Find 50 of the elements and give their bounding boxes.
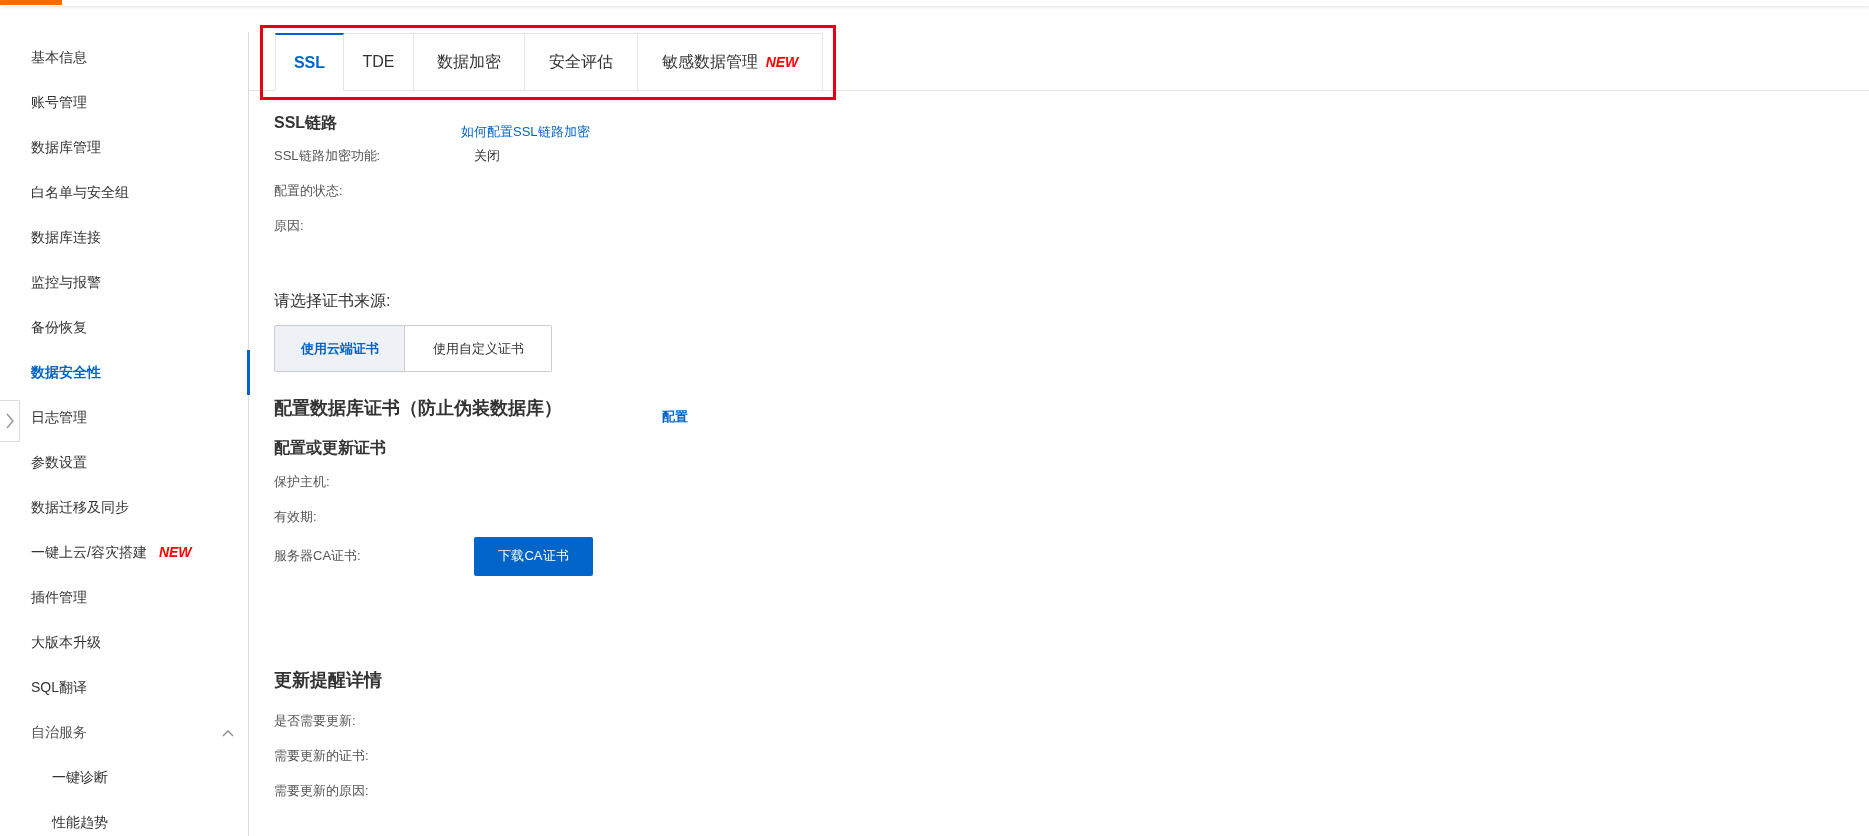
field-value: 关闭 bbox=[474, 146, 500, 165]
section-title: 配置数据库证书（防止伪装数据库） bbox=[274, 397, 563, 420]
field-label: 请选择证书来源: bbox=[274, 291, 392, 311]
expand-handle[interactable] bbox=[0, 400, 20, 442]
field-label: 保护主机: bbox=[274, 472, 331, 491]
sidebar-item[interactable]: 大版本升级 bbox=[31, 632, 101, 653]
subsection-title: 配置或更新证书 bbox=[274, 438, 387, 458]
tab[interactable]: 安全评估 bbox=[525, 33, 638, 91]
chevron-right-icon bbox=[4, 412, 15, 430]
configure-link[interactable]: 配置 bbox=[662, 406, 688, 426]
new-label: NEW bbox=[765, 52, 799, 72]
tab[interactable]: 敏感数据管理 NEW bbox=[638, 33, 823, 91]
field-label: 配置的状态: bbox=[274, 181, 344, 200]
sidebar-item[interactable]: 插件管理 bbox=[31, 587, 87, 608]
field-label: SSL链路加密功能: bbox=[274, 146, 382, 165]
sidebar-item[interactable]: 一键诊断 bbox=[52, 767, 108, 788]
segment-option[interactable]: 使用云端证书 bbox=[274, 325, 405, 372]
field-label: 是否需要更新: bbox=[274, 711, 357, 730]
tab[interactable]: SSL bbox=[275, 33, 344, 91]
sidebar-item[interactable]: 一键上云/容灾搭建 bbox=[31, 542, 147, 563]
sidebar-item[interactable]: 自治服务 bbox=[31, 722, 87, 743]
download-button[interactable]: 下载CA证书 bbox=[474, 536, 593, 576]
sidebar-item[interactable]: 数据库管理 bbox=[31, 137, 101, 158]
sidebar-item[interactable]: SQL翻译 bbox=[31, 677, 87, 698]
sidebar-item[interactable]: 性能趋势 bbox=[52, 812, 108, 833]
sidebar-item[interactable]: 数据迁移及同步 bbox=[31, 497, 129, 518]
tab[interactable]: TDE bbox=[344, 33, 414, 91]
sidebar-item[interactable]: 账号管理 bbox=[31, 92, 87, 113]
brand-strip bbox=[0, 0, 62, 5]
active-indicator bbox=[247, 350, 250, 395]
sidebar-item[interactable]: 基本信息 bbox=[31, 47, 87, 68]
sidebar-item[interactable]: 参数设置 bbox=[31, 452, 87, 473]
sidebar-item[interactable]: 白名单与安全组 bbox=[31, 182, 129, 203]
field-label: 有效期: bbox=[274, 507, 318, 526]
help-link[interactable]: 如何配置SSL链路加密 bbox=[461, 121, 590, 141]
sidebar-item[interactable]: 数据库连接 bbox=[31, 227, 101, 248]
sidebar-item[interactable]: 备份恢复 bbox=[31, 317, 87, 338]
segment-option[interactable]: 使用自定义证书 bbox=[405, 325, 552, 372]
field-label: 需要更新的原因: bbox=[274, 781, 370, 800]
sidebar-item[interactable]: 监控与报警 bbox=[31, 272, 101, 293]
field-label: 服务器CA证书: bbox=[274, 547, 362, 566]
tab[interactable]: 数据加密 bbox=[414, 33, 525, 91]
new-label: NEW bbox=[158, 543, 192, 562]
field-label: 需要更新的证书: bbox=[274, 746, 370, 765]
section-title: 更新提醒详情 bbox=[274, 669, 383, 692]
section-title: SSL链路 bbox=[274, 113, 339, 133]
field-label: 原因: bbox=[274, 216, 305, 235]
chevron-up-icon[interactable] bbox=[222, 728, 234, 737]
sidebar-item[interactable]: 数据安全性 bbox=[31, 362, 101, 383]
sidebar-item[interactable]: 日志管理 bbox=[31, 407, 87, 428]
